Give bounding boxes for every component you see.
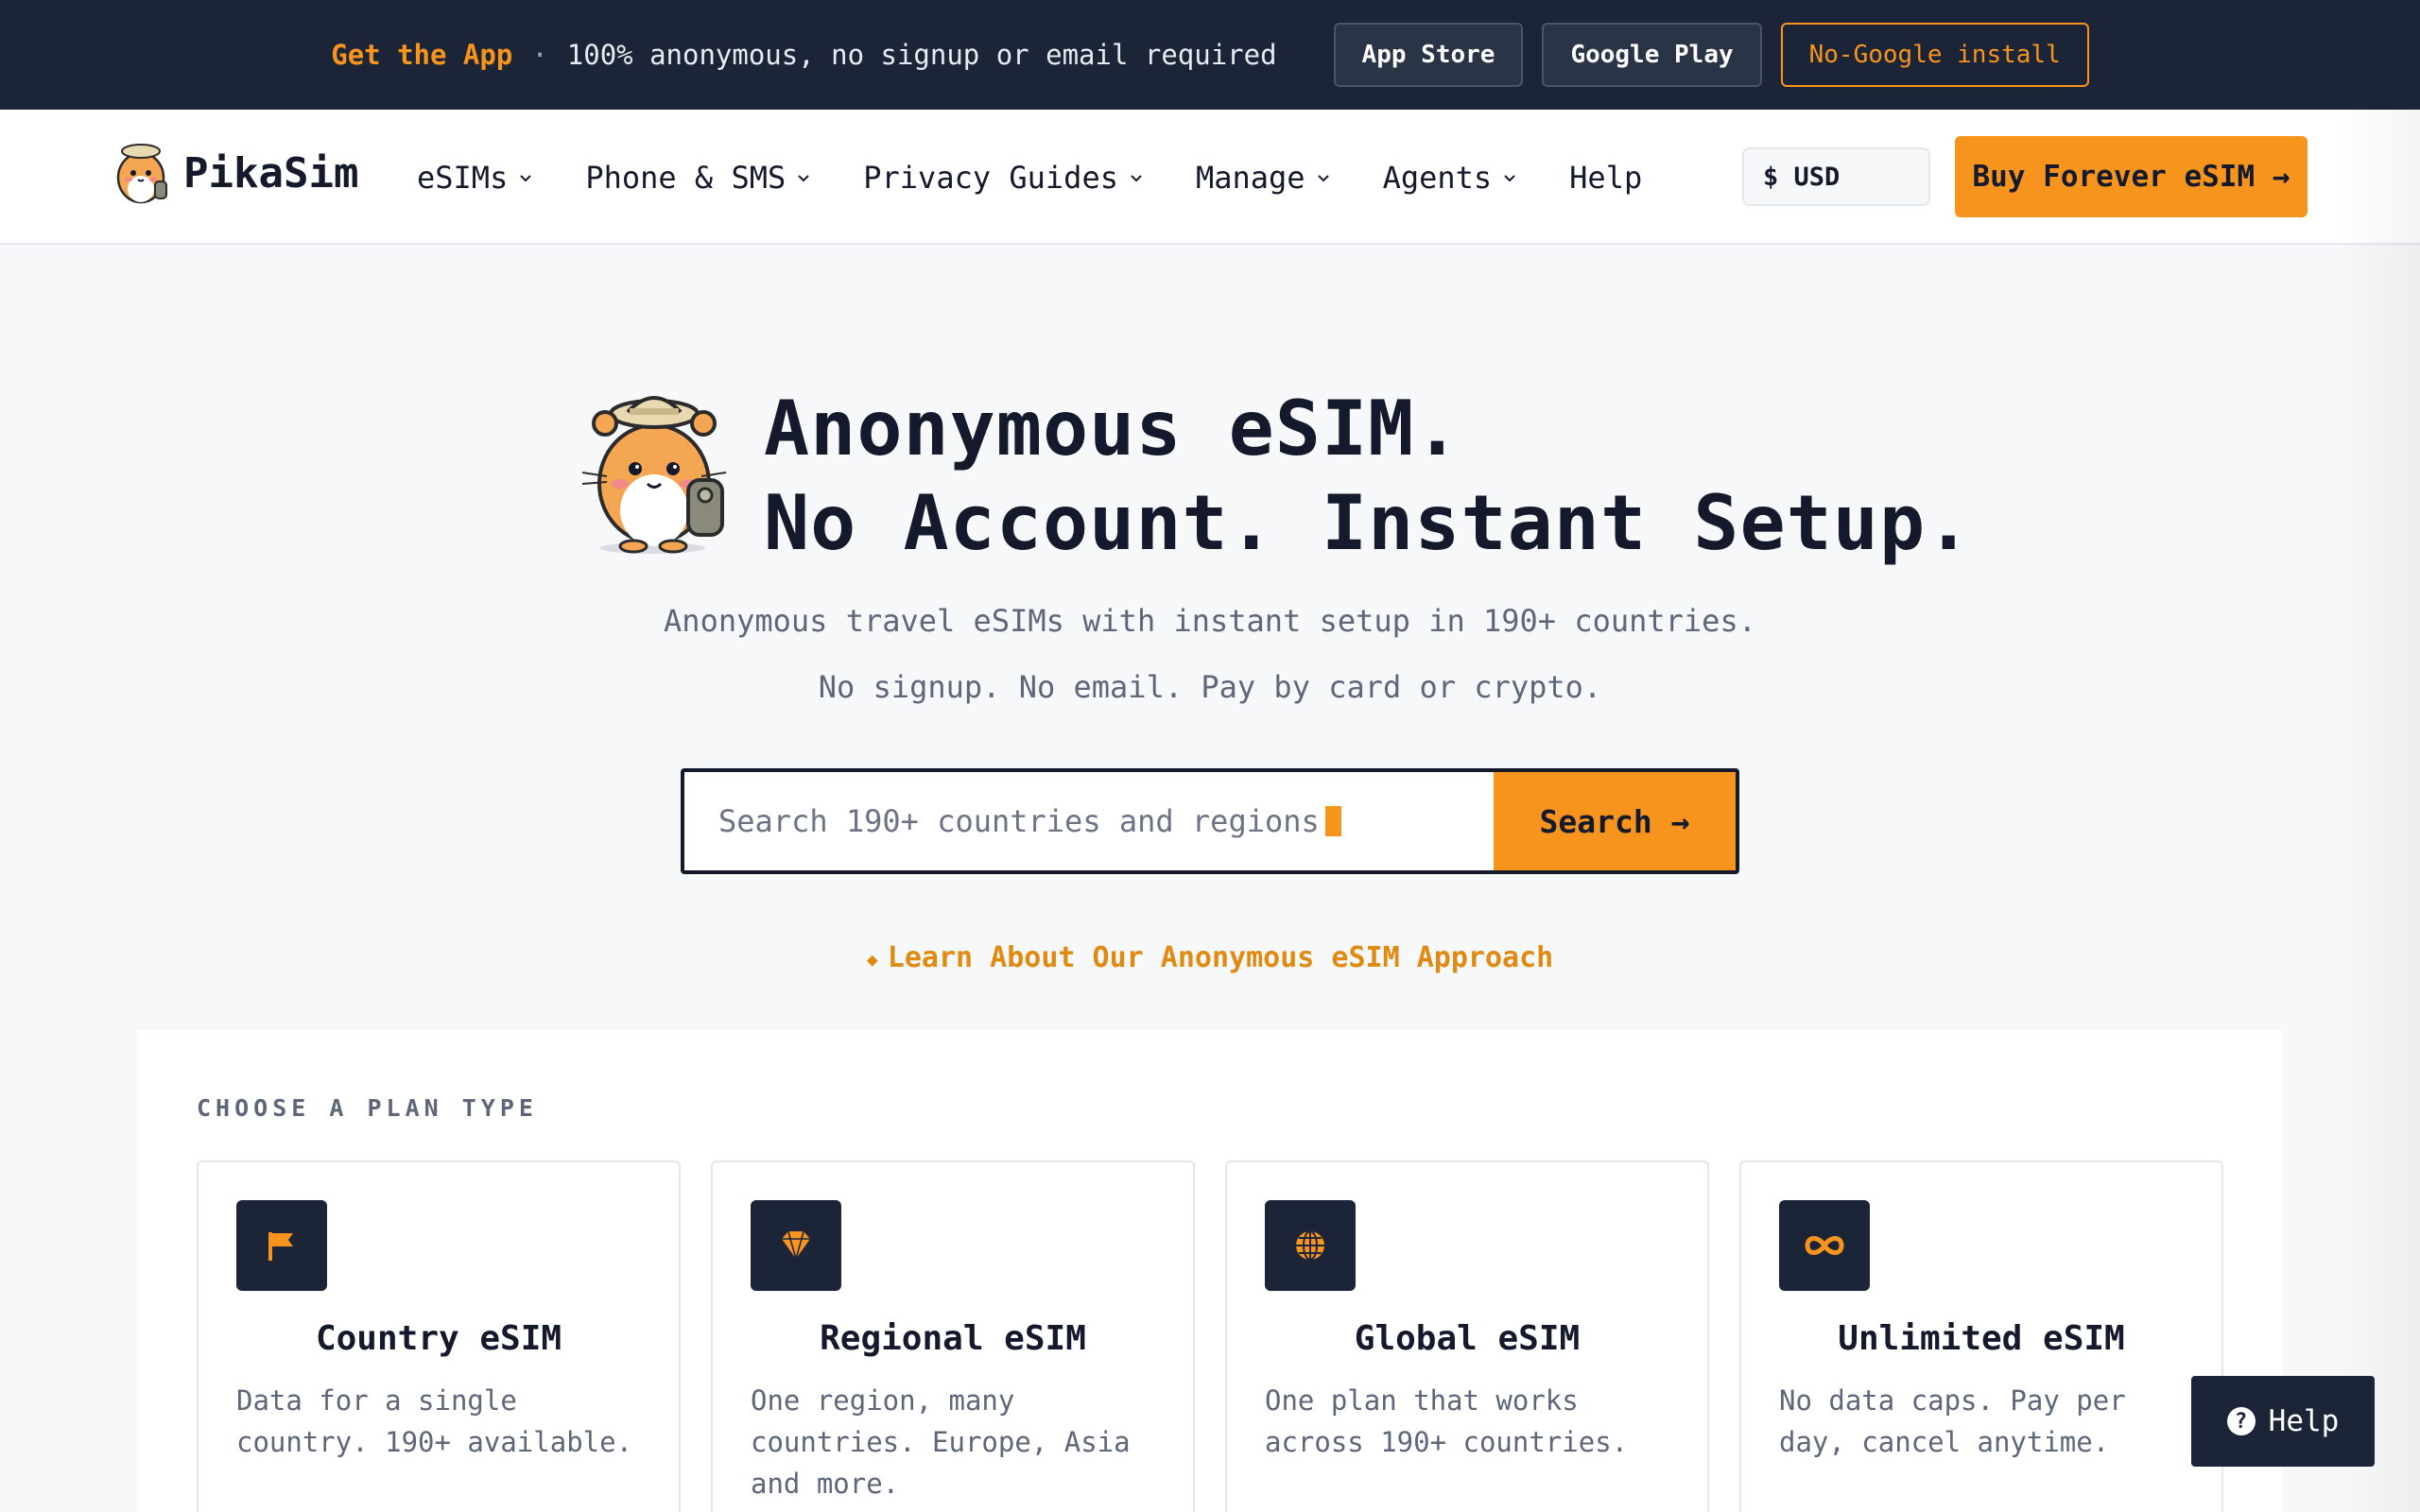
plan-card-title: Unlimited eSIM — [1838, 1319, 2125, 1358]
globe-icon — [1265, 1200, 1356, 1291]
plan-card-description: No data caps. Pay per day, cancel anytim… — [1779, 1384, 2126, 1458]
chevron-down-icon — [1317, 174, 1329, 181]
nav-item-privacy-guides[interactable]: Privacy Guides — [863, 160, 1145, 196]
chevron-down-icon — [520, 174, 532, 181]
search-placeholder: Search 190+ countries and regions — [718, 803, 1320, 839]
gem-icon — [751, 1200, 841, 1291]
country-search-form: Search 190+ countries and regions Search… — [681, 768, 1739, 874]
promo-separator: · — [531, 39, 548, 71]
nav-item-label: eSIMs — [417, 159, 509, 196]
nav-item-label: Manage — [1195, 159, 1305, 196]
nav-item-label: Privacy Guides — [863, 159, 1118, 196]
buy-forever-esim-button[interactable]: Buy Forever eSIM → — [1955, 136, 2308, 217]
nav-item-manage[interactable]: Manage — [1196, 160, 1332, 196]
main-nav: PikaSim eSIMs Phone & SMS Privacy Guides… — [0, 110, 2420, 245]
nav-item-agents[interactable]: Agents — [1383, 160, 1519, 196]
nav-menu: eSIMs Phone & SMS Privacy Guides Manage … — [417, 110, 1693, 245]
google-play-button[interactable]: Google Play — [1542, 23, 1762, 87]
floating-help-button[interactable]: ? Help — [2191, 1376, 2375, 1467]
floating-help-label: Help — [2268, 1404, 2340, 1438]
infinity-icon — [1779, 1200, 1870, 1291]
hero-title-line-2: No Account. Instant Setup. — [764, 479, 1973, 567]
plan-card-title: Regional eSIM — [820, 1319, 1086, 1358]
promo-tagline: 100% anonymous, no signup or email requi… — [566, 39, 1277, 71]
nav-item-phone-sms[interactable]: Phone & SMS — [585, 160, 812, 196]
brand-name: PikaSim — [183, 148, 359, 198]
page-edge-shadow — [2335, 110, 2420, 1512]
chevron-down-icon — [1504, 174, 1515, 181]
nav-item-help[interactable]: Help — [1569, 160, 1642, 196]
chevron-down-icon — [1131, 174, 1142, 181]
hamster-mascot-icon — [581, 396, 727, 554]
text-cursor — [1324, 806, 1341, 836]
nav-item-label: Phone & SMS — [585, 159, 786, 196]
flag-icon — [236, 1200, 327, 1291]
plan-type-section: CHOOSE A PLAN TYPE Country eSIM Data for… — [137, 1030, 2283, 1512]
nav-item-esims[interactable]: eSIMs — [417, 160, 534, 196]
app-store-button[interactable]: App Store — [1333, 23, 1524, 87]
question-icon: ? — [2226, 1407, 2256, 1435]
currency-selector[interactable]: $ USD — [1742, 147, 1930, 206]
hero-subtitle-line-2: No signup. No email. Pay by card or cryp… — [818, 669, 1602, 705]
search-button[interactable]: Search → — [1494, 772, 1736, 870]
plan-card-title: Global eSIM — [1354, 1319, 1581, 1358]
no-google-install-button[interactable]: No-Google install — [1780, 23, 2089, 87]
nav-item-label: Agents — [1382, 159, 1493, 196]
chevron-down-icon — [798, 174, 809, 181]
plan-card-description: Data for a single country. 190+ availabl… — [236, 1384, 633, 1458]
plan-card-description: One plan that works across 190+ countrie… — [1265, 1384, 1629, 1458]
hero-subtitle-line-1: Anonymous travel eSIMs with instant setu… — [664, 603, 1756, 639]
hero-title: Anonymous eSIM. No Account. Instant Setu… — [764, 382, 1972, 571]
diamond-icon: ◆ — [866, 947, 878, 971]
nav-item-label: Help — [1569, 159, 1643, 196]
country-search-input[interactable]: Search 190+ countries and regions — [684, 772, 1494, 870]
plan-card-regional[interactable]: Regional eSIM One region, many countries… — [711, 1160, 1195, 1512]
get-app-label[interactable]: Get the App — [331, 39, 512, 71]
plan-card-unlimited[interactable]: Unlimited eSIM No data caps. Pay per day… — [1739, 1160, 2223, 1512]
learn-approach-label: Learn About Our Anonymous eSIM Approach — [887, 941, 1554, 974]
plan-type-heading: CHOOSE A PLAN TYPE — [197, 1094, 538, 1122]
plan-card-title: Country eSIM — [315, 1319, 562, 1358]
plan-card-description: One region, many countries. Europe, Asia… — [751, 1384, 1131, 1500]
brand-logo[interactable]: PikaSim — [112, 140, 358, 206]
plan-card-country[interactable]: Country eSIM Data for a single country. … — [197, 1160, 681, 1512]
hamster-logo-icon — [116, 144, 167, 204]
hero-title-line-1: Anonymous eSIM. — [764, 385, 1461, 472]
plan-card-global[interactable]: Global eSIM One plan that works across 1… — [1225, 1160, 1709, 1512]
learn-approach-link[interactable]: ◆ Learn About Our Anonymous eSIM Approach — [0, 941, 2420, 974]
app-promo-bar: Get the App · 100% anonymous, no signup … — [0, 0, 2420, 110]
